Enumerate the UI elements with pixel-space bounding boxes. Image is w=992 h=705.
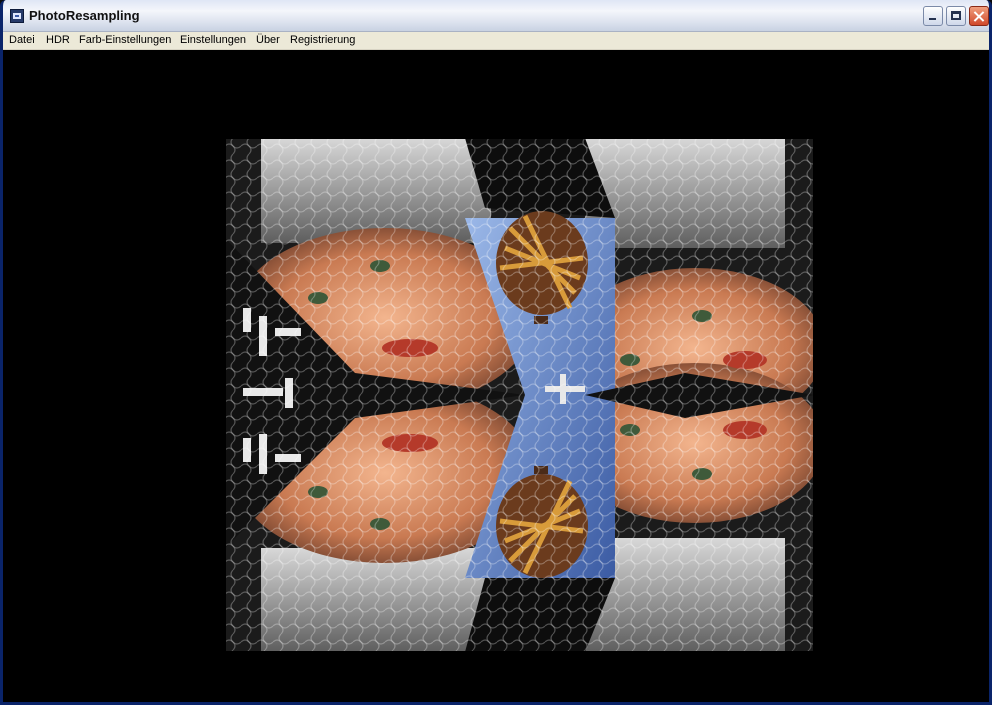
processed-image — [225, 138, 814, 652]
kaleidoscope-image — [225, 138, 814, 652]
image-canvas[interactable] — [6, 50, 989, 702]
menu-farb-einstellungen[interactable]: Farb-Einstellungen — [79, 33, 171, 47]
menu-datei[interactable]: Datei — [9, 33, 35, 47]
window-title: PhotoResampling — [29, 8, 140, 23]
menu-bar: Datei HDR Farb-Einstellungen Einstellung… — [3, 32, 989, 50]
close-button[interactable] — [969, 6, 989, 26]
menu-hdr[interactable]: HDR — [46, 33, 70, 47]
app-window: PhotoResampling Datei HDR Farb-Einstellu… — [0, 0, 992, 705]
minimize-button[interactable] — [923, 6, 943, 26]
menu-einstellungen[interactable]: Einstellungen — [180, 33, 246, 47]
title-bar[interactable]: PhotoResampling — [3, 0, 989, 32]
maximize-button[interactable] — [946, 6, 966, 26]
app-icon — [10, 9, 24, 23]
menu-registrierung[interactable]: Registrierung — [290, 33, 355, 47]
menu-ueber[interactable]: Über — [256, 33, 280, 47]
